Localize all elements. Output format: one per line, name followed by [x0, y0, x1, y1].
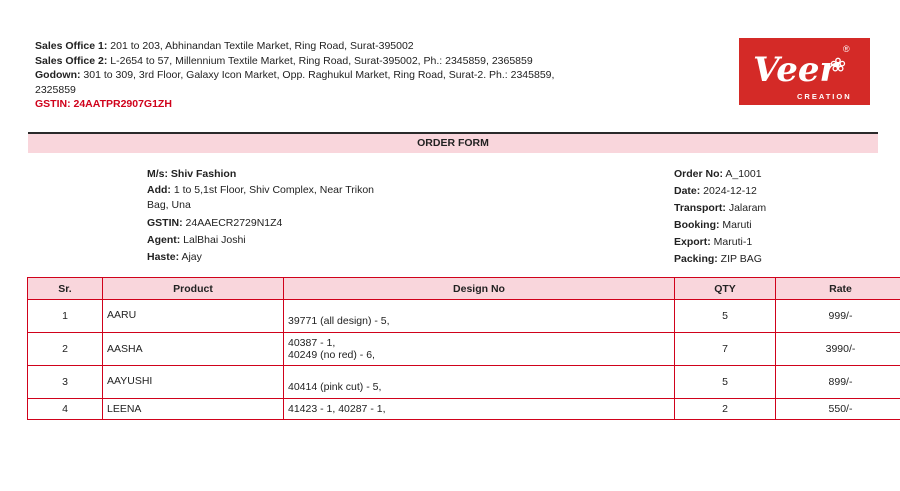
table-row: 4 LEENA 41423 - 1, 40287 - 1, 2 550/-	[27, 398, 900, 420]
cell-qty: 2	[674, 398, 776, 420]
party-agent: Agent: LalBhai Joshi	[147, 234, 246, 246]
table-row: 3 AAYUSHI 40414 (pink cut) - 5, 5 899/-	[27, 365, 900, 399]
form-title: ORDER FORM	[28, 134, 878, 153]
cell-rate: 899/-	[775, 365, 900, 399]
cell-rate: 3990/-	[775, 332, 900, 366]
logo-tagline-text: CREATION	[797, 92, 852, 101]
header-product: Product	[102, 277, 284, 300]
header-rate: Rate	[775, 277, 900, 300]
order-export: Export: Maruti-1	[674, 236, 753, 248]
sales-office-2: Sales Office 2: L-2654 to 57, Millennium…	[35, 54, 533, 67]
cell-qty: 5	[674, 299, 776, 333]
logo-brand-text: Veer	[753, 50, 840, 90]
order-packing: Packing: ZIP BAG	[674, 253, 762, 265]
cell-sr: 3	[27, 365, 103, 399]
cell-product: AAYUSHI	[102, 365, 284, 399]
table-row: 1 AARU 39771 (all design) - 5, 5 999/-	[27, 299, 900, 333]
cell-product: LEENA	[102, 398, 284, 420]
cell-design-no: 41423 - 1, 40287 - 1,	[283, 398, 675, 420]
company-gstin: GSTIN: 24AATPR2907G1ZH	[35, 98, 172, 110]
order-transport: Transport: Jalaram	[674, 202, 767, 214]
cell-product: AARU	[102, 299, 284, 333]
order-details: Order No: A_1001 Date: 2024-12-12 Transp…	[674, 166, 874, 268]
cell-design-no: 39771 (all design) - 5,	[283, 299, 675, 333]
cell-rate: 550/-	[775, 398, 900, 420]
registered-mark: ®	[843, 44, 850, 54]
party-address: Add: 1 to 5,1st Floor, Shiv Complex, Nea…	[147, 184, 375, 211]
cell-product: AASHA	[102, 332, 284, 366]
cell-design-no: 40387 - 1, 40249 (no red) - 6,	[283, 332, 675, 366]
order-booking: Booking: Maruti	[674, 219, 752, 231]
order-date: Date: 2024-12-12	[674, 185, 757, 197]
order-items-table: Sr. Product Design No QTY Rate 1 AARU 39…	[27, 277, 900, 420]
table-row: 2 AASHA 40387 - 1, 40249 (no red) - 6, 7…	[27, 332, 900, 366]
veer-creation-logo: Veer CREATION ®	[739, 38, 870, 105]
party-details: M/s: Shiv Fashion Add: 1 to 5,1st Floor,…	[147, 166, 387, 266]
header-design-no: Design No	[283, 277, 675, 300]
cell-qty: 7	[674, 332, 776, 366]
cell-sr: 2	[27, 332, 103, 366]
cell-sr: 1	[27, 299, 103, 333]
company-address-block: Sales Office 1: 201 to 203, Abhinandan T…	[35, 39, 595, 112]
cell-qty: 5	[674, 365, 776, 399]
sales-office-1: Sales Office 1: 201 to 203, Abhinandan T…	[35, 40, 414, 52]
table-header-row: Sr. Product Design No QTY Rate	[27, 277, 900, 300]
cell-rate: 999/-	[775, 299, 900, 333]
godown-address: Godown: 301 to 309, 3rd Floor, Galaxy Ic…	[35, 69, 555, 96]
header-sr: Sr.	[27, 277, 103, 300]
cell-sr: 4	[27, 398, 103, 420]
header-qty: QTY	[674, 277, 776, 300]
party-haste: Haste: Ajay	[147, 251, 202, 263]
cell-design-no: 40414 (pink cut) - 5,	[283, 365, 675, 399]
party-name: M/s: Shiv Fashion	[147, 168, 237, 180]
order-number: Order No: A_1001	[674, 168, 762, 180]
party-gstin: GSTIN: 24AAECR2729N1Z4	[147, 217, 283, 229]
